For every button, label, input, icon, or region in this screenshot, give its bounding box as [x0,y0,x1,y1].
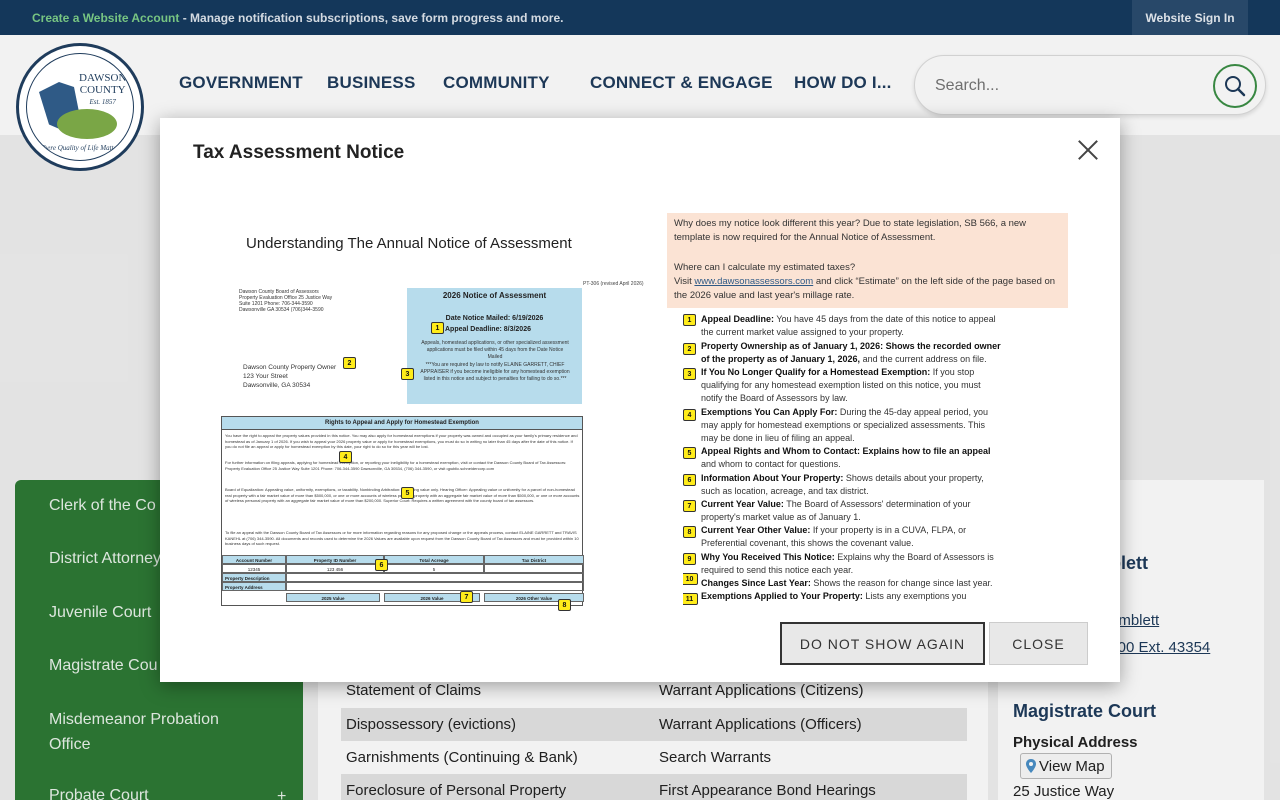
notice-badge: 1 [431,322,444,334]
assessment-notice-image: Understanding The Annual Notice of Asses… [215,213,1075,611]
notice-faq-question: Where can I calculate my estimated taxes… [674,262,856,273]
notice-badge: 8 [683,526,696,538]
list-item: Why You Received This Notice: Explains w… [701,552,994,575]
notice-rights-box: Rights to Appeal and Apply for Homestead… [221,416,584,606]
notice-summary-warning: ***You are required by law to notify ELA… [420,362,570,382]
list-item: Current Year Value: The Board of Assesso… [701,499,971,522]
notice-badge: 3 [683,368,696,380]
grid-cell: 5 [384,564,484,573]
grid-header: Property Address [222,582,286,591]
grid-cell: 123 456 [286,564,384,573]
notice-rights-text: You have the right to appeal the propert… [225,433,578,449]
do-not-show-again-button[interactable]: DO NOT SHOW AGAIN [780,622,985,665]
notice-heading: Understanding The Annual Notice of Asses… [246,235,572,252]
notice-property-grid: Account Number Property ID Number Total … [222,555,584,606]
grid-header: Property ID Number [286,555,384,564]
notice-badge: 2 [343,357,356,369]
notice-badge: 6 [683,474,696,486]
logo-motto: "Where Quality of Life Matters" [35,144,125,152]
notice-badge: 1 [683,314,696,326]
notice-rights-text: For further information on filing appeal… [225,460,567,471]
notice-badge: 5 [401,487,414,499]
grid-cell [286,573,584,582]
notice-rights-text: To file an appeal with the Dawson County… [225,530,579,546]
county-logo[interactable]: DAWSON COUNTY Est. 1857 "Where Quality o… [16,43,144,171]
notice-badge: 8 [558,599,571,611]
notice-badge: 6 [375,559,388,571]
grid-header: 2025 Value [286,593,380,602]
list-item: Changes Since Last Year: Shows the reaso… [701,578,993,588]
logo-landscape [57,109,117,139]
logo-text: DAWSON COUNTY Est. 1857 [79,72,127,106]
notice-badge: 10 [683,573,698,585]
notice-badge: 7 [683,500,696,512]
tax-assessment-modal: Tax Assessment Notice Understanding The … [160,118,1120,682]
notice-badge: 9 [683,553,696,565]
notice-form-id: PT-306 (revised April 2026) [583,281,644,287]
close-icon[interactable] [1076,138,1100,162]
notice-badge: 11 [683,593,698,605]
notice-badge: 5 [683,447,696,459]
modal-title: Tax Assessment Notice [193,142,405,163]
assessors-website-link[interactable]: www.dawsonassessors.com [694,276,813,287]
grid-cell [286,582,584,591]
grid-header: Total Acreage [384,555,484,564]
grid-header: Property Description [222,573,286,582]
notice-faq-box: Why does my notice look different this y… [667,213,1068,308]
notice-badge: 4 [339,451,352,463]
grid-cell [484,564,584,573]
grid-header: Account Number [222,555,286,564]
list-item: Appeal Deadline: You have 45 days from t… [701,314,996,337]
notice-badge: 2 [683,343,696,355]
notice-faq-text: Why does my notice look different this y… [674,218,1027,243]
notice-summary-box: 2026 Notice of Assessment Date Notice Ma… [407,288,582,404]
list-item: Information About Your Property: Shows d… [701,473,984,496]
notice-date-mailed: Date Notice Mailed: 6/19/2026 [445,315,544,322]
grid-header: Tax District [484,555,584,564]
list-item: Exemptions Applied to Your Property: Lis… [701,591,967,601]
logo-seal: DAWSON COUNTY Est. 1857 "Where Quality o… [26,53,134,161]
notice-summary-text: Appeals, homestead applications, or othe… [421,340,569,360]
grid-cell: 12345 [222,564,286,573]
notice-appeal-deadline: Appeal Deadline: 8/3/2026 [445,326,531,333]
notice-summary-title: 2026 Notice of Assessment [442,291,547,300]
notice-owner-address: Dawson County Property Owner 123 Your St… [243,364,337,389]
notice-badge: 4 [683,409,696,421]
list-item: Exemptions You Can Apply For: During the… [701,407,988,443]
list-item: Property Ownership as of January 1, 2026… [701,341,1001,364]
list-item: Current Year Other Value: If your proper… [701,525,967,548]
notice-office-address: Dawson County Board of Assessors Propert… [239,289,333,313]
notice-faq-answer: Visit www.dawsonassessors.com and click … [674,276,1056,301]
notice-badge: 3 [401,368,414,380]
list-item: Appeal Rights and Whom to Contact: Expla… [701,446,991,469]
close-button[interactable]: CLOSE [989,622,1088,665]
notice-rights-header: Rights to Appeal and Apply for Homestead… [222,417,582,430]
notice-explanation-list: 1 Appeal Deadline: You have 45 days from… [683,313,1073,605]
list-item: If You No Longer Qualify for a Homestead… [701,367,981,403]
notice-badge: 7 [460,591,473,603]
